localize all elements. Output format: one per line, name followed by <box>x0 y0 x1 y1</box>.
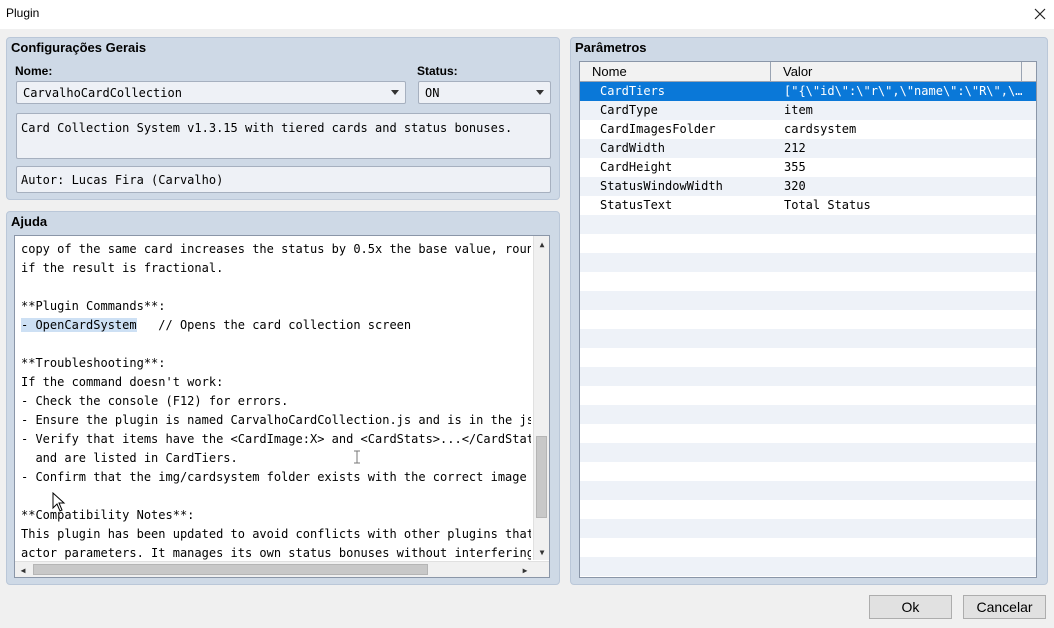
description-field[interactable]: Card Collection System v1.3.15 with tier… <box>16 113 551 159</box>
param-value: 355 <box>784 160 806 174</box>
help-line: If the command doesn't work: <box>21 375 224 389</box>
table-body: CardTiers ["{\"id\":\"r\",\"name\":\"R\",… <box>580 82 1036 576</box>
table-row <box>580 500 1036 519</box>
table-row <box>580 424 1036 443</box>
table-row <box>580 557 1036 576</box>
table-row <box>580 272 1036 291</box>
scroll-right-arrow-icon[interactable]: ▶ <box>517 562 533 578</box>
help-line: - Confirm that the img/cardsystem folder… <box>21 470 531 484</box>
param-value: item <box>784 103 813 117</box>
table-row <box>580 405 1036 424</box>
status-select[interactable]: ON <box>418 81 551 104</box>
title-bar: Plugin <box>0 0 1054 29</box>
horizontal-scroll-thumb[interactable] <box>33 564 428 575</box>
param-value: ["{\"id\":\"r\",\"name\":\"R\",\"c… <box>784 84 1028 98</box>
help-line: **Troubleshooting**: <box>21 356 166 370</box>
param-value: cardsystem <box>784 122 857 136</box>
help-horizontal-scrollbar[interactable]: ◀ ▶ <box>15 561 549 577</box>
close-icon <box>1034 8 1046 20</box>
help-vertical-scrollbar[interactable]: ▲ ▼ <box>533 236 549 560</box>
table-row <box>580 253 1036 272</box>
status-value: ON <box>425 85 440 100</box>
table-row[interactable]: StatusWindowWidth 320 <box>580 177 1036 196</box>
table-row <box>580 234 1036 253</box>
help-line-command: - OpenCardSystem // Opens the card colle… <box>21 316 531 335</box>
help-line: - Check the console (F12) for errors. <box>21 394 289 408</box>
help-line: **Compatibility Notes**: <box>21 508 195 522</box>
table-row[interactable]: StatusText Total Status <box>580 196 1036 215</box>
table-row[interactable]: CardTiers ["{\"id\":\"r\",\"name\":\"R\",… <box>580 82 1036 101</box>
column-header-name[interactable]: Nome <box>580 62 771 82</box>
table-row[interactable]: CardImagesFolder cardsystem <box>580 120 1036 139</box>
column-header-value[interactable]: Valor <box>771 62 1022 82</box>
help-line: actor parameters. It manages its own sta… <box>21 546 531 560</box>
mouse-pointer-icon <box>52 492 66 512</box>
plugin-name-select[interactable]: CarvalhoCardCollection <box>16 81 406 104</box>
param-name: CardWidth <box>600 141 666 155</box>
parameters-table[interactable]: Nome Valor CardTiers ["{\"id\":\"r\",\"na… <box>579 61 1037 578</box>
table-row <box>580 348 1036 367</box>
table-row <box>580 443 1036 462</box>
chevron-down-icon <box>536 90 544 95</box>
status-label: Status: <box>417 64 458 78</box>
param-value: 212 <box>784 141 806 155</box>
table-header: Nome Valor <box>580 62 1036 82</box>
help-line <box>21 278 531 297</box>
table-row <box>580 481 1036 500</box>
table-row[interactable]: CardWidth 212 <box>580 139 1036 158</box>
table-row <box>580 310 1036 329</box>
general-settings-group: Configurações Gerais Nome: Status: Carva… <box>6 37 560 200</box>
help-line: This plugin has been updated to avoid co… <box>21 527 531 541</box>
param-name: StatusWindowWidth <box>600 179 723 193</box>
help-line: and are listed in CardTiers. <box>21 451 238 465</box>
table-row <box>580 367 1036 386</box>
param-name: CardHeight <box>600 160 673 174</box>
window-title: Plugin <box>6 6 40 20</box>
help-line: - Ensure the plugin is named CarvalhoCar… <box>21 413 531 427</box>
vertical-scroll-thumb[interactable] <box>536 436 547 518</box>
scroll-up-arrow-icon[interactable]: ▲ <box>534 236 550 252</box>
text-cursor-icon <box>354 450 360 464</box>
chevron-down-icon <box>391 90 399 95</box>
table-row <box>580 329 1036 348</box>
param-name: StatusText <box>600 198 673 212</box>
scroll-down-arrow-icon[interactable]: ▼ <box>534 544 550 560</box>
cancel-button[interactable]: Cancelar <box>963 595 1046 619</box>
help-line: - Verify that items have the <CardImage:… <box>21 432 531 446</box>
help-line <box>21 487 531 506</box>
name-label: Nome: <box>15 64 53 78</box>
help-line: copy of the same card increases the stat… <box>21 242 531 256</box>
help-line <box>21 335 531 354</box>
parameters-title: Parâmetros <box>575 40 647 55</box>
help-textarea[interactable]: copy of the same card increases the stat… <box>14 235 550 578</box>
param-name: CardTiers <box>600 84 666 98</box>
param-value: Total Status <box>784 198 871 212</box>
param-value: 320 <box>784 179 806 193</box>
help-line: **Plugin Commands**: <box>21 299 166 313</box>
author-field[interactable]: Autor: Lucas Fira (Carvalho) <box>16 166 551 193</box>
selected-text: - OpenCardSystem <box>21 318 137 332</box>
param-name: CardImagesFolder <box>600 122 716 136</box>
help-line: if the result is fractional. <box>21 261 224 275</box>
table-row <box>580 291 1036 310</box>
table-row[interactable]: CardType item <box>580 101 1036 120</box>
param-name: CardType <box>600 103 658 117</box>
table-row <box>580 386 1036 405</box>
command-comment: // Opens the card collection screen <box>136 318 412 332</box>
table-row <box>580 519 1036 538</box>
general-settings-title: Configurações Gerais <box>11 40 147 55</box>
help-content: copy of the same card increases the stat… <box>21 240 531 560</box>
plugin-name-value: CarvalhoCardCollection <box>23 85 182 100</box>
ok-button[interactable]: Ok <box>869 595 952 619</box>
table-row <box>580 215 1036 234</box>
table-row[interactable]: CardHeight 355 <box>580 158 1036 177</box>
help-title: Ajuda <box>11 214 48 229</box>
table-row <box>580 462 1036 481</box>
scroll-left-arrow-icon[interactable]: ◀ <box>15 562 31 578</box>
table-row <box>580 538 1036 557</box>
close-button[interactable] <box>1026 0 1054 28</box>
